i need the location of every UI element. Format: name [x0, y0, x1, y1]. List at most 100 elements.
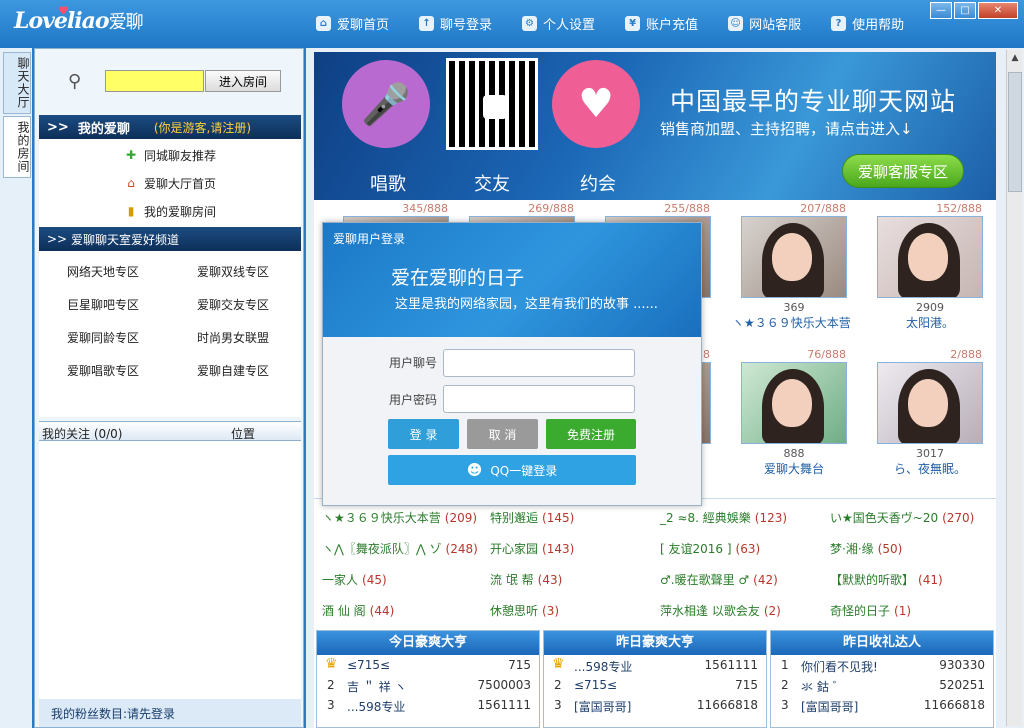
ranking-row[interactable]: 2氺 鈷 ゛ 520251 [771, 675, 993, 695]
qr-logo [483, 95, 507, 119]
follow-list[interactable] [39, 441, 301, 699]
room-link[interactable]: ♂.暖在歌聲里 ♂ (42) [660, 571, 778, 588]
ranking-row[interactable]: 3 [富国哥哥] 11666818 [544, 695, 766, 715]
channel-link[interactable]: 爱聊双线专区 [197, 263, 269, 280]
top-nav: ⌂ 爱聊首页 ↑ 聊号登录 ⚙ 个人设置 ¥ 账户充值 ☺ 网站客服 ? 使用帮助 [316, 14, 934, 33]
ranking-yesterday-gifts: 昨日收礼达人 1 你们看不见我! 930330 2氺 鈷 ゛ 520251 3 [富国哥… [770, 630, 994, 728]
scroll-thumb[interactable] [1008, 72, 1022, 192]
help-icon: ? [831, 16, 847, 31]
promo-banner[interactable]: 🎤 ♥ 唱歌 交友 约会 中国最早的专业聊天网站 销售商加盟、主持招聘，请点击进… [314, 52, 996, 200]
room-thumbnail [877, 216, 983, 298]
channel-link[interactable]: 爱聊自建专区 [197, 362, 269, 379]
nav-help[interactable]: ? 使用帮助 [831, 14, 904, 33]
room-card[interactable]: 76/888 888 爱聊大舞台 [738, 348, 850, 477]
title-bar: Loveliao爱聊 ♥ ⌂ 爱聊首页 ↑ 聊号登录 ⚙ 个人设置 ¥ 账户充值 ☺ 网站… [0, 0, 1024, 48]
room-link[interactable]: 流 氓 帮 (43) [490, 571, 562, 588]
app-logo: Loveliao爱聊 ♥ [14, 4, 144, 34]
chevron-right-icon: >> [47, 232, 68, 246]
maximize-button[interactable]: □ [954, 2, 976, 19]
login-header: 爱聊用户登录 爱在爱聊的日子 这里是我的网络家园，这里有我们的故事 ...... [323, 223, 701, 337]
minimize-button[interactable]: — [930, 2, 952, 19]
tab-my-room[interactable]: 我的房间 [3, 116, 31, 178]
username-input[interactable] [443, 349, 635, 377]
room-link[interactable]: 开心家园 (143) [490, 540, 574, 557]
room-link[interactable]: ヽ★３６９快乐大本营 (209) [322, 509, 477, 526]
room-count: 255/888 [664, 202, 710, 215]
tab-chat-hall[interactable]: 聊天大厅 [3, 52, 31, 114]
ranking-row[interactable]: 1 你们看不见我! 930330 [771, 655, 993, 675]
list-item-my-room[interactable]: ▮ 我的爱聊房间 [123, 201, 216, 221]
room-search: ⚲ 进入房间 [35, 49, 303, 113]
room-link[interactable]: 【默默的听歌】 (41) [830, 571, 943, 588]
room-link[interactable]: 梦·湘·缘 (50) [830, 540, 902, 557]
cancel-button[interactable]: 取 消 [467, 419, 538, 449]
room-count: 152/888 [936, 202, 982, 215]
ranking-row[interactable]: ♛ ...598专业 1561111 [544, 655, 766, 675]
room-link[interactable]: ヽ⋀〖舞夜派队〗⋀ ゾ (248) [322, 540, 478, 557]
list-item-city-friends[interactable]: ✚ 同城聊友推荐 [123, 145, 216, 165]
home-icon: ⌂ [316, 16, 331, 31]
room-link[interactable]: い★国色天香ヴ~20 (270) [830, 509, 974, 526]
my-love-header: >> 我的爱聊 (你是游客,请注册) [39, 115, 301, 139]
heart-icon: ♥ [58, 4, 69, 18]
qq-login-button[interactable]: ☻ QQ一键登录 [388, 455, 636, 485]
list-item-label: 我的爱聊房间 [144, 204, 217, 219]
room-link[interactable]: 酒 仙 阁 (44) [322, 602, 394, 619]
login-description: 这里是我的网络家园，这里有我们的故事 ...... [395, 297, 658, 312]
password-label: 用户密码 [389, 393, 438, 407]
room-link[interactable]: [ 友谊2016 ] (63) [660, 540, 760, 557]
nav-login[interactable]: ↑ 聊号登录 [419, 14, 492, 33]
ranking-row[interactable]: 2吉 ＂ 祥 ヽ 7500003 [317, 675, 539, 695]
room-link[interactable]: 奇怪的日子 (1) [830, 602, 911, 619]
banner-subtitle: 销售商加盟、主持招聘，请点击进入↓ [660, 120, 913, 138]
ranking-title: 今日豪爽大亨 [317, 631, 539, 655]
enter-room-button[interactable]: 进入房间 [205, 70, 281, 92]
ranking-row[interactable]: 2 ≤715≤ 715 [544, 675, 766, 695]
ranking-row[interactable]: 3 [富国哥哥] 11666818 [771, 695, 993, 715]
follow-label: 我的关注 (0/0) [42, 427, 123, 441]
nav-label: 网站客服 [749, 18, 802, 33]
scroll-up-icon[interactable]: ▲ [1007, 50, 1023, 66]
password-input[interactable] [443, 385, 635, 413]
channel-link[interactable]: 巨星聊吧专区 [67, 296, 139, 313]
ranking-row[interactable]: ♛ ≤715≤ 715 [317, 655, 539, 675]
channel-header: >> 爱聊聊天室爱好频道 [39, 227, 301, 251]
nav-recharge[interactable]: ¥ 账户充值 [625, 14, 698, 33]
room-link[interactable]: _2 ≈8. 經典娛樂 (123) [660, 509, 787, 526]
register-button[interactable]: 免费注册 [546, 419, 636, 449]
nav-label: 账户充值 [646, 18, 699, 33]
crown-icon: ♛ [325, 656, 338, 672]
channel-link[interactable]: 爱聊唱歌专区 [67, 362, 139, 379]
login-title: 爱聊用户登录 [333, 232, 406, 246]
channel-link[interactable]: 爱聊交友专区 [197, 296, 269, 313]
login-button[interactable]: 登 录 [388, 419, 459, 449]
banner-label-date: 约会 [580, 174, 616, 195]
close-button[interactable]: ✕ [978, 2, 1018, 19]
room-card[interactable]: 207/888 369 ヽ★３６９快乐大本营 [732, 202, 851, 331]
login-icon: ↑ [419, 16, 435, 31]
nav-home[interactable]: ⌂ 爱聊首页 [316, 14, 389, 33]
ranking-today-tycoon: 今日豪爽大亨 ♛ ≤715≤ 715 2吉 ＂ 祥 ヽ 7500003 3 ...598… [316, 630, 540, 728]
main-scrollbar[interactable]: ▲ [1006, 50, 1022, 726]
room-link[interactable]: 一家人 (45) [322, 571, 387, 588]
nav-label: 个人设置 [543, 18, 596, 33]
room-link[interactable]: 特别邂逅 (145) [490, 509, 574, 526]
service-zone-button[interactable]: 爱聊客服专区 [842, 154, 964, 188]
room-input[interactable] [105, 70, 204, 92]
room-link[interactable]: 萍水相逢 以歌会友 (2) [660, 602, 781, 619]
search-icon: ⚲ [68, 71, 82, 92]
channel-link[interactable]: 时尚男女联盟 [197, 329, 269, 346]
room-links: ヽ★３６９快乐大本营 (209) 特别邂逅 (145) _2 ≈8. 經典娛樂 (12… [314, 498, 996, 624]
channel-link[interactable]: 爱聊同龄专区 [67, 329, 139, 346]
nav-support[interactable]: ☺ 网站客服 [728, 14, 801, 33]
list-item-label: 同城聊友推荐 [144, 148, 217, 163]
room-link[interactable]: 休憩思听 (3) [490, 602, 559, 619]
list-item-hall-home[interactable]: ⌂ 爱聊大厅首页 [123, 173, 216, 193]
ranking-row[interactable]: 3 ...598专业 1561111 [317, 695, 539, 715]
room-thumbnail [741, 362, 847, 444]
channel-link[interactable]: 网络天地专区 [67, 263, 139, 280]
maximize-icon: □ [960, 5, 970, 16]
nav-settings[interactable]: ⚙ 个人设置 [522, 14, 595, 33]
room-card[interactable]: 152/888 2909 太阳港。 [874, 202, 986, 331]
room-card[interactable]: 2/888 3017 ら、夜無眠。 [874, 348, 986, 477]
